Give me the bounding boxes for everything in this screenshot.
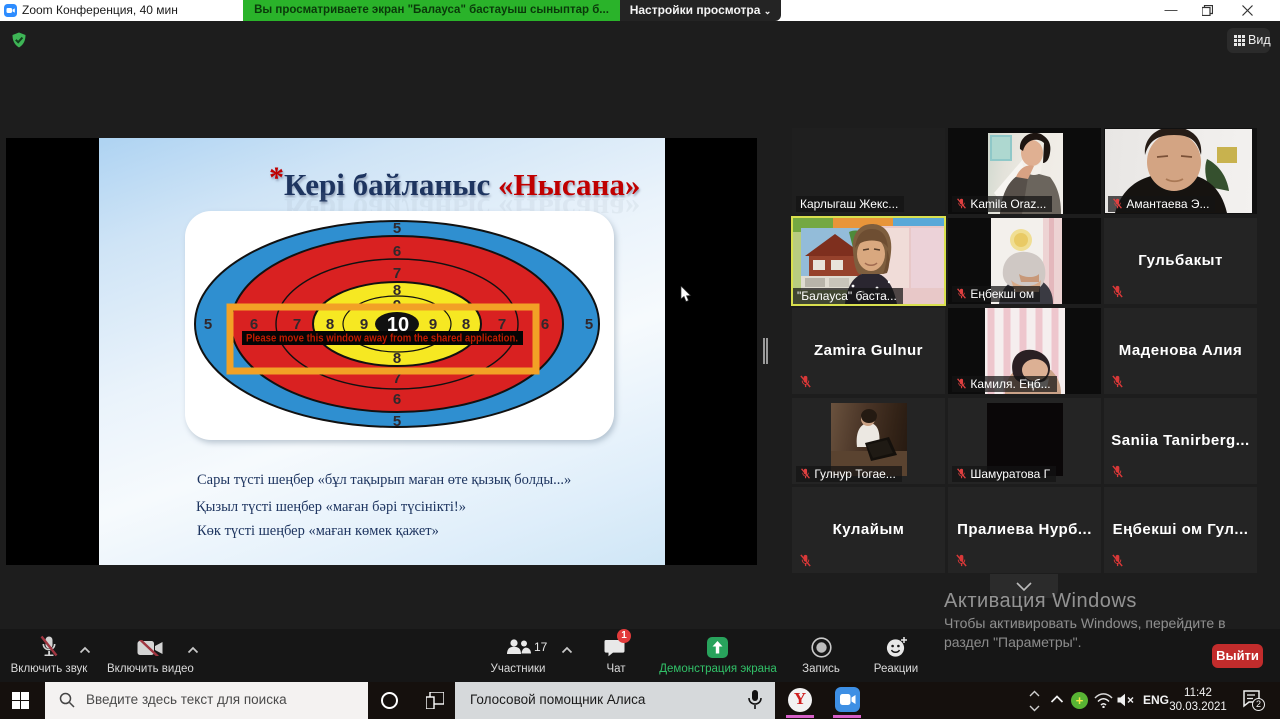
svg-text:7: 7 (498, 316, 506, 333)
svg-text:Please move this window away f: Please move this window away from the sh… (246, 333, 518, 345)
svg-text:6: 6 (250, 316, 258, 333)
svg-text:9: 9 (360, 316, 368, 333)
svg-text:8: 8 (393, 350, 401, 367)
svg-text:8: 8 (326, 316, 334, 333)
svg-text:9: 9 (429, 316, 437, 333)
svg-text:6: 6 (393, 391, 401, 408)
svg-text:5: 5 (393, 220, 401, 237)
svg-text:5: 5 (393, 413, 401, 430)
svg-text:7: 7 (293, 316, 301, 333)
svg-text:6: 6 (541, 316, 549, 333)
svg-text:5: 5 (585, 316, 593, 333)
svg-text:5: 5 (204, 316, 212, 333)
svg-text:7: 7 (393, 265, 401, 282)
svg-text:8: 8 (462, 316, 470, 333)
svg-text:6: 6 (393, 243, 401, 260)
